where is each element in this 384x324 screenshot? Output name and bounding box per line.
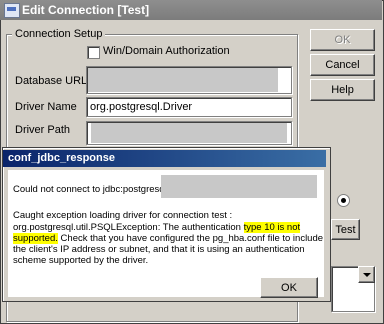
win-auth-checkbox[interactable] bbox=[87, 46, 100, 59]
ok-button[interactable]: OK bbox=[310, 29, 375, 51]
message-line-5: the client's IP address or subnet, and t… bbox=[13, 244, 305, 255]
driver-name-field[interactable]: org.postgresql.Driver bbox=[86, 97, 292, 117]
cancel-button[interactable]: Cancel bbox=[310, 54, 375, 76]
message-line-2: Caught exception loading driver for conn… bbox=[13, 210, 233, 221]
driver-name-label: Driver Name bbox=[15, 101, 77, 113]
app-icon bbox=[4, 3, 20, 18]
dialog-ok-button[interactable]: OK bbox=[260, 277, 318, 298]
window-title: Edit Connection [Test] bbox=[22, 3, 150, 17]
driver-path-field[interactable] bbox=[86, 121, 292, 145]
redacted-area bbox=[88, 68, 278, 92]
chevron-down-icon bbox=[363, 273, 371, 277]
redacted-area bbox=[91, 123, 287, 143]
driver-path-label: Driver Path bbox=[15, 124, 71, 136]
dialog-body: Could not connect to jdbc:postgresql: Ca… bbox=[8, 170, 324, 298]
highlighted-text: type 10 is not bbox=[243, 222, 301, 233]
dialog-titlebar[interactable]: conf_jdbc_response bbox=[3, 150, 326, 167]
database-url-label: Database URL bbox=[15, 75, 88, 87]
message-line-4: supported. Check that you have configure… bbox=[13, 233, 323, 244]
highlighted-text: supported. bbox=[13, 233, 58, 244]
driver-name-value: org.postgresql.Driver bbox=[90, 101, 193, 113]
help-button[interactable]: Help bbox=[310, 79, 375, 101]
message-line-6: scheme supported by the driver. bbox=[13, 255, 149, 266]
database-url-field[interactable] bbox=[86, 66, 292, 94]
message-text: Check that you have configured the pg_hb… bbox=[57, 233, 324, 244]
radio-button[interactable] bbox=[337, 194, 350, 207]
window-titlebar[interactable]: Edit Connection [Test] bbox=[0, 0, 382, 20]
group-label: Connection Setup bbox=[12, 28, 106, 40]
test-button[interactable]: Test bbox=[331, 219, 360, 240]
win-auth-label: Win/Domain Authorization bbox=[103, 45, 230, 57]
redacted-area bbox=[161, 175, 317, 198]
message-text: org.postgresql.util.PSQLException: The a… bbox=[13, 222, 244, 233]
message-line-3: org.postgresql.util.PSQLException: The a… bbox=[13, 222, 301, 233]
message-line-1: Could not connect to jdbc:postgresql: bbox=[13, 184, 170, 195]
dialog-title: conf_jdbc_response bbox=[8, 152, 115, 164]
radio-dot bbox=[341, 198, 346, 203]
combo-dropdown-button[interactable] bbox=[358, 266, 375, 283]
